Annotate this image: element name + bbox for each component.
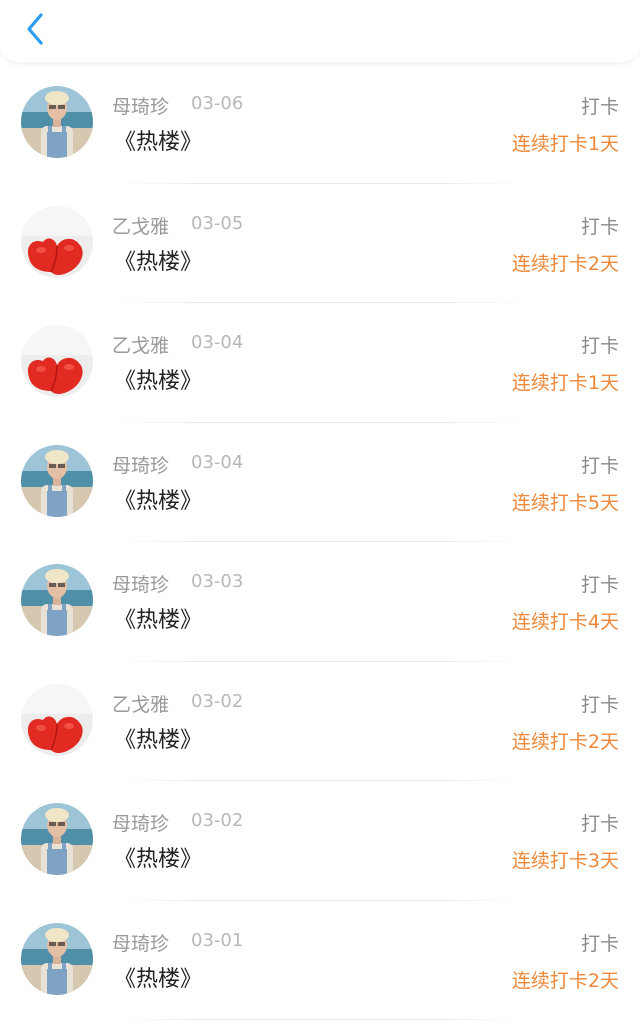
user-name: 乙戈雅 xyxy=(112,335,170,357)
user-name: 母琦珍 xyxy=(112,96,170,118)
checkin-date: 03-06 xyxy=(191,93,244,114)
checkin-date: 03-04 xyxy=(191,332,244,353)
checkin-label: 打卡 xyxy=(580,215,619,238)
checkin-date: 03-02 xyxy=(191,810,244,831)
user-name: 母琦珍 xyxy=(112,454,170,477)
checkin-label: 打卡 xyxy=(580,693,619,716)
list-item[interactable]: 母琦珍 03-03 《热楼》 打卡连续打卡4天 xyxy=(0,542,640,662)
checkin-date: 03-01 xyxy=(191,929,244,951)
checkin-date: 03-05 xyxy=(191,212,244,234)
avatar[interactable] xyxy=(21,564,93,636)
list-item[interactable]: 母琦珍 03-02 《热楼》 打卡连续打卡3天 xyxy=(0,781,640,901)
list-item[interactable]: 母琦珍 03-01 《热楼》 打卡连续打卡2天 xyxy=(0,901,640,1020)
streak-label: 连续打卡1天 xyxy=(511,372,619,394)
book-title: 《热楼》 xyxy=(114,727,203,753)
top-bar xyxy=(0,0,640,62)
checkin-date: 03-03 xyxy=(191,571,244,592)
streak-label: 连续打卡2天 xyxy=(511,252,619,275)
list-item[interactable]: 母琦珍 03-04 《热楼》 打卡连续打卡5天 xyxy=(0,423,640,542)
book-title: 《热楼》 xyxy=(114,847,203,872)
streak-label: 连续打卡1天 xyxy=(511,133,619,155)
checkin-label: 打卡 xyxy=(580,574,619,596)
chevron-left-icon xyxy=(27,13,43,45)
avatar[interactable] xyxy=(21,444,93,517)
user-name: 乙戈雅 xyxy=(112,693,170,716)
avatar[interactable] xyxy=(21,922,93,995)
streak-label: 连续打卡2天 xyxy=(511,730,619,753)
checkin-date: 03-04 xyxy=(191,451,244,473)
avatar[interactable] xyxy=(21,86,93,158)
book-title: 《热楼》 xyxy=(114,966,203,992)
list-item[interactable]: 乙戈雅 03-05 《热楼》 打卡连续打卡2天 xyxy=(0,184,640,303)
checkin-list: 母琦珍 03-06 《热楼》 打卡 连续打卡1天 乙戈雅 03-05 《热楼》 打卡 连续打卡2… xyxy=(0,64,640,1020)
book-title: 《热楼》 xyxy=(114,130,203,155)
streak-label: 连续打卡2天 xyxy=(511,969,619,992)
streak-label: 连续打卡4天 xyxy=(511,611,619,633)
divider xyxy=(110,1019,530,1020)
avatar[interactable] xyxy=(21,325,93,397)
back-button[interactable] xyxy=(18,10,52,48)
checkin-label: 打卡 xyxy=(580,454,619,477)
checkin-label: 打卡 xyxy=(580,932,619,955)
list-item[interactable]: 母琦珍 03-06 《热楼》 打卡连续打卡1天 xyxy=(0,64,640,184)
list-item[interactable]: 乙戈雅 03-02 《热楼》 打卡连续打卡2天 xyxy=(0,662,640,781)
book-title: 《热楼》 xyxy=(114,488,203,514)
user-name: 母琦珍 xyxy=(112,813,170,835)
user-name: 母琦珍 xyxy=(112,574,170,596)
checkin-label: 打卡 xyxy=(580,335,619,357)
user-name: 乙戈雅 xyxy=(112,215,170,238)
user-name: 母琦珍 xyxy=(112,932,170,955)
streak-label: 连续打卡5天 xyxy=(511,491,619,514)
avatar[interactable] xyxy=(21,683,93,756)
checkin-date: 03-02 xyxy=(191,690,244,712)
avatar[interactable] xyxy=(21,205,93,278)
book-title: 《热楼》 xyxy=(114,369,203,394)
book-title: 《热楼》 xyxy=(114,249,203,275)
checkin-label: 打卡 xyxy=(580,96,619,118)
avatar[interactable] xyxy=(21,803,93,875)
streak-label: 连续打卡3天 xyxy=(511,850,619,872)
list-item[interactable]: 乙戈雅 03-04 《热楼》 打卡连续打卡1天 xyxy=(0,303,640,423)
checkin-label: 打卡 xyxy=(580,813,619,835)
book-title: 《热楼》 xyxy=(114,608,203,633)
